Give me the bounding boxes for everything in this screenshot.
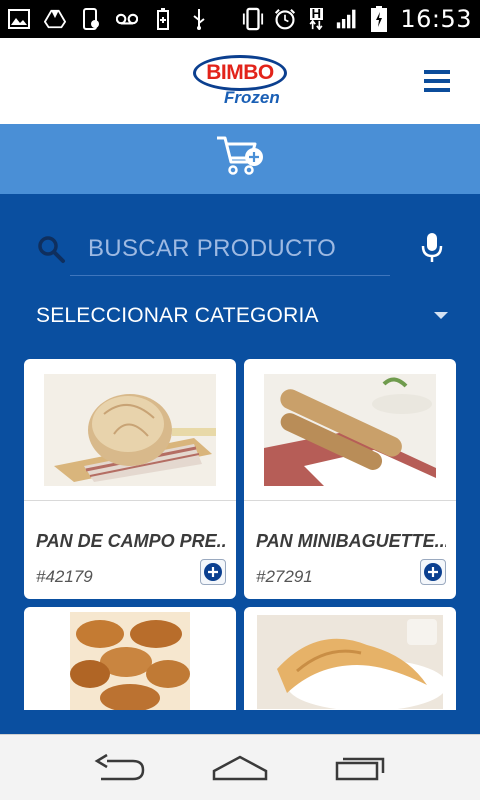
clock-time: 16:53 <box>400 5 472 33</box>
product-name: PAN MINIBAGUETTE... <box>256 531 446 551</box>
signal-icon <box>336 8 358 30</box>
category-select[interactable]: SELECCIONAR CATEGORIA <box>36 298 450 334</box>
app-header: BIMBO Frozen <box>0 38 480 124</box>
recent-apps-icon <box>335 757 385 780</box>
add-to-cart-button[interactable] <box>200 559 226 585</box>
drive-icon <box>44 8 66 30</box>
microphone-icon[interactable] <box>420 232 444 269</box>
product-code: #27291 <box>256 567 313 586</box>
product-card[interactable]: PAN DE CAMPO PRE... #42179 <box>24 359 236 599</box>
voicemail-icon <box>116 8 138 30</box>
battery-charging-icon <box>368 6 390 32</box>
chevron-down-icon <box>434 312 448 319</box>
home-button[interactable] <box>210 748 270 788</box>
bread-loaf-image <box>44 373 216 486</box>
network-type-label: H <box>309 6 324 21</box>
usb-icon <box>188 8 210 30</box>
search-bar <box>30 222 450 276</box>
image-icon <box>8 8 30 30</box>
product-image <box>24 607 236 710</box>
product-card[interactable]: PAN MINIBAGUETTE... #27291 <box>244 359 456 599</box>
product-name: PAN DE CAMPO PRE... <box>36 531 226 551</box>
back-arrow-icon <box>94 753 145 780</box>
system-nav-bar <box>0 734 480 800</box>
data-arrows-icon: H <box>306 6 326 30</box>
alarm-icon <box>274 8 296 30</box>
bimbo-frozen-logo: BIMBO Frozen <box>190 52 290 110</box>
vibrate-icon <box>242 7 264 31</box>
status-bar: H 16:53 <box>0 0 480 38</box>
battery-saver-icon <box>152 8 174 30</box>
product-image <box>244 607 456 710</box>
search-icon[interactable] <box>36 234 66 269</box>
product-catalog: SELECCIONAR CATEGORIA PAN DE CAMPO PRE..… <box>0 194 480 710</box>
logo-sub-text: Frozen <box>224 88 280 107</box>
back-button[interactable] <box>90 748 150 788</box>
product-image <box>24 359 236 501</box>
hamburger-menu-icon[interactable] <box>424 70 450 92</box>
product-image <box>244 359 456 501</box>
croissants-image <box>70 612 190 710</box>
add-to-cart-button[interactable] <box>420 559 446 585</box>
home-icon <box>212 755 268 780</box>
croissant-plate-image <box>257 615 443 709</box>
search-underline <box>70 275 390 276</box>
recent-apps-button[interactable] <box>330 748 390 788</box>
plus-circle-icon <box>424 563 442 581</box>
product-card[interactable] <box>244 607 456 710</box>
logo-badge: BIMBO <box>193 55 287 91</box>
product-card[interactable] <box>24 607 236 710</box>
baguette-image <box>264 373 436 486</box>
plus-circle-icon <box>204 563 222 581</box>
phone-settings-icon <box>80 8 102 30</box>
cart-bar[interactable] <box>0 124 480 194</box>
cart-add-icon[interactable] <box>215 134 265 185</box>
logo-brand-text: BIMBO <box>206 61 274 84</box>
category-label: SELECCIONAR CATEGORIA <box>36 304 319 327</box>
search-input[interactable] <box>88 232 388 266</box>
product-code: #42179 <box>36 567 93 586</box>
